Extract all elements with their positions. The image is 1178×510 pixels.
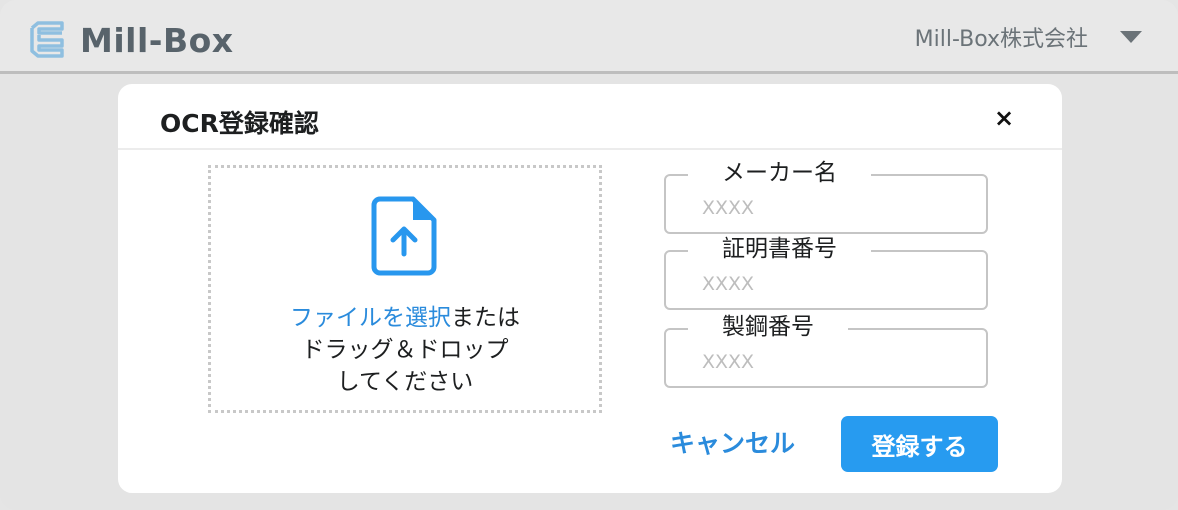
logo-text: Mill-Box [80, 20, 234, 60]
chevron-down-icon [1120, 31, 1142, 43]
top-bar: Mill-Box Mill-Box株式会社 [0, 0, 1178, 74]
manufacturer-label: メーカー名 [688, 160, 871, 186]
ocr-confirm-dialog: OCR登録確認 × ファイルを選択または ドラッグ＆ドロップ してください メー… [118, 84, 1062, 493]
close-icon[interactable]: × [994, 106, 1014, 130]
certificate-number-input[interactable] [702, 268, 962, 300]
manufacturer-input[interactable] [702, 192, 962, 224]
steel-number-input[interactable] [702, 346, 962, 378]
company-menu[interactable]: Mill-Box株式会社 [915, 22, 1142, 52]
certificate-number-label: 証明書番号 [688, 236, 871, 262]
file-dropzone[interactable]: ファイルを選択または ドラッグ＆ドロップ してください [208, 165, 602, 413]
dropzone-line-2: ドラッグ＆ドロップ [301, 337, 509, 363]
dropzone-or-text: または [451, 305, 520, 331]
file-upload-icon [371, 196, 437, 276]
dialog-header: OCR登録確認 × [118, 84, 1062, 150]
app-frame: Mill-Box Mill-Box株式会社 OCR登録確認 × ファイルを選択ま… [0, 0, 1178, 510]
dialog-title: OCR登録確認 [160, 109, 319, 138]
company-name: Mill-Box株式会社 [914, 27, 1088, 52]
select-file-link[interactable]: ファイルを選択 [290, 305, 451, 331]
dropzone-line-3: してください [336, 369, 474, 395]
register-button[interactable]: 登録する [841, 416, 998, 472]
steel-number-field: 製鋼番号 [664, 314, 988, 388]
manufacturer-field: メーカー名 [664, 160, 988, 234]
cancel-button[interactable]: キャンセル [670, 426, 795, 462]
logo[interactable]: Mill-Box [28, 20, 234, 60]
certificate-number-field: 証明書番号 [664, 236, 988, 310]
steel-number-label: 製鋼番号 [688, 314, 848, 340]
dropzone-instructions: ファイルを選択または ドラッグ＆ドロップ してください [211, 302, 599, 398]
logo-icon [30, 21, 64, 58]
dropzone-line-1: ファイルを選択または [211, 302, 599, 334]
